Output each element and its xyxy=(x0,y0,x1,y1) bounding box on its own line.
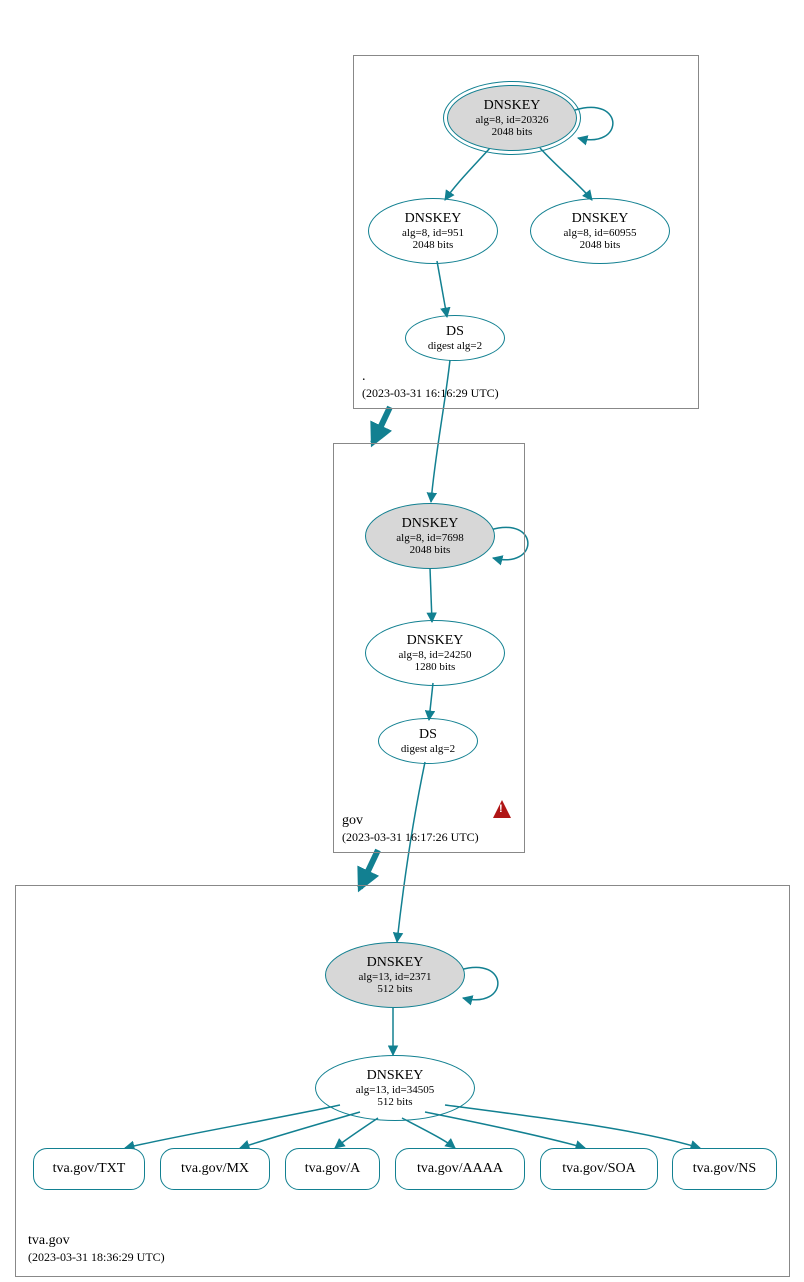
zone-tvagov-timestamp: (2023-03-31 18:36:29 UTC) xyxy=(28,1250,165,1264)
warning-icon xyxy=(493,800,511,818)
node-sub2: 2048 bits xyxy=(492,126,533,138)
rrset-aaaa: tva.gov/AAAA xyxy=(395,1148,525,1190)
node-sub1: alg=8, id=60955 xyxy=(564,227,637,239)
node-sub2: 512 bits xyxy=(377,983,412,995)
node-root-zsk2: DNSKEY alg=8, id=60955 2048 bits xyxy=(530,198,670,264)
node-gov-ds: DS digest alg=2 xyxy=(378,718,478,764)
node-title: DNSKEY xyxy=(484,98,541,114)
node-sub2: 1280 bits xyxy=(415,661,456,673)
rrset-soa: tva.gov/SOA xyxy=(540,1148,658,1190)
node-title: DNSKEY xyxy=(405,211,462,227)
node-sub1: alg=13, id=2371 xyxy=(359,971,432,983)
node-gov-ksk: DNSKEY alg=8, id=7698 2048 bits xyxy=(365,503,495,569)
node-title: DS xyxy=(419,727,437,743)
node-sub2: 2048 bits xyxy=(413,239,454,251)
node-sub1: alg=8, id=7698 xyxy=(396,532,463,544)
node-title: DNSKEY xyxy=(407,633,464,649)
node-title: DNSKEY xyxy=(402,516,459,532)
rrset-ns: tva.gov/NS xyxy=(672,1148,777,1190)
node-title: DS xyxy=(446,324,464,340)
zone-gov-timestamp: (2023-03-31 16:17:26 UTC) xyxy=(342,830,479,844)
node-root-zsk1: DNSKEY alg=8, id=951 2048 bits xyxy=(368,198,498,264)
zone-root-timestamp: (2023-03-31 16:16:29 UTC) xyxy=(362,386,499,400)
node-sub2: 512 bits xyxy=(377,1096,412,1108)
zone-root-label: . xyxy=(362,369,499,386)
node-root-ksk: DNSKEY alg=8, id=20326 2048 bits xyxy=(447,85,577,151)
node-sub1: alg=13, id=34505 xyxy=(356,1084,434,1096)
node-sub1: digest alg=2 xyxy=(401,743,455,755)
node-sub1: digest alg=2 xyxy=(428,340,482,352)
node-tva-zsk: DNSKEY alg=13, id=34505 512 bits xyxy=(315,1055,475,1121)
rrset-a: tva.gov/A xyxy=(285,1148,380,1190)
rrset-mx: tva.gov/MX xyxy=(160,1148,270,1190)
node-root-ds: DS digest alg=2 xyxy=(405,315,505,361)
node-title: DNSKEY xyxy=(367,1068,424,1084)
node-gov-zsk: DNSKEY alg=8, id=24250 1280 bits xyxy=(365,620,505,686)
node-sub1: alg=8, id=951 xyxy=(402,227,464,239)
rrset-txt: tva.gov/TXT xyxy=(33,1148,145,1190)
zone-gov-label: gov xyxy=(342,813,479,830)
node-title: DNSKEY xyxy=(367,955,424,971)
node-title: DNSKEY xyxy=(572,211,629,227)
node-sub1: alg=8, id=24250 xyxy=(399,649,472,661)
node-sub2: 2048 bits xyxy=(580,239,621,251)
node-tva-ksk: DNSKEY alg=13, id=2371 512 bits xyxy=(325,942,465,1008)
zone-tvagov-label: tva.gov xyxy=(28,1233,165,1250)
node-sub1: alg=8, id=20326 xyxy=(476,114,549,126)
node-sub2: 2048 bits xyxy=(410,544,451,556)
